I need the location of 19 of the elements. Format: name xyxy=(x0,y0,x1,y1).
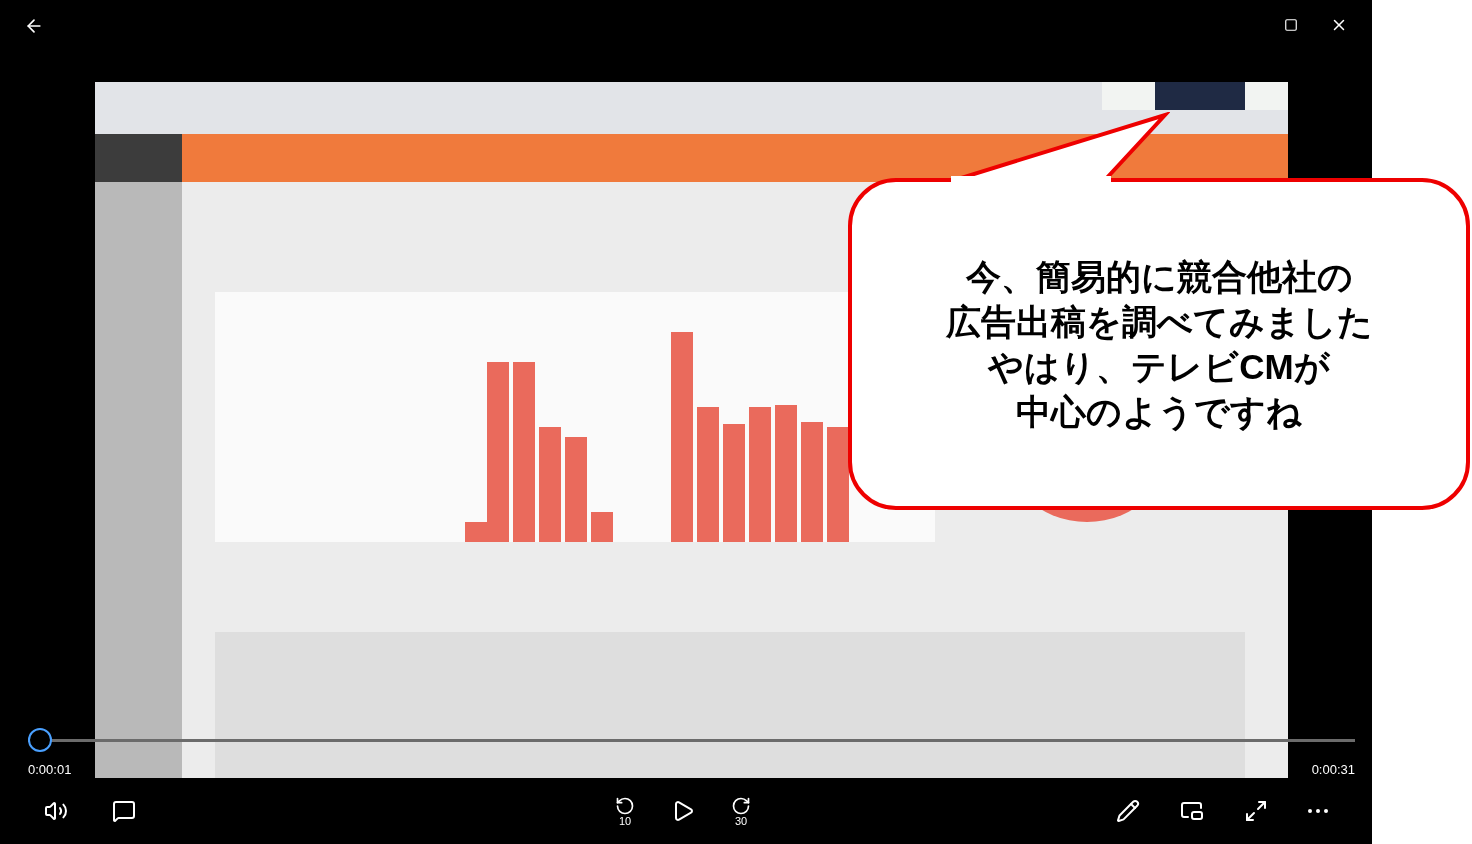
elapsed-time: 0:00:01 xyxy=(28,761,72,779)
forward-button[interactable]: 30 xyxy=(731,795,751,827)
more-icon xyxy=(1308,809,1328,813)
callout-text: 広告出稿を調べてみました xyxy=(945,301,1373,343)
progress-thumb[interactable] xyxy=(28,728,52,752)
mini-view-icon xyxy=(1180,799,1204,823)
rewind-icon xyxy=(615,795,635,816)
callout-text: 中心のようですね xyxy=(1016,391,1302,434)
total-time: 0:00:31 xyxy=(1311,761,1355,779)
volume-icon xyxy=(44,799,68,823)
pen-icon xyxy=(1116,799,1140,823)
maximize-icon xyxy=(1284,18,1298,32)
callout-text: やはり、テレビCMが xyxy=(988,346,1330,388)
callout-text: 今、簡易的に競合他社の xyxy=(965,256,1353,298)
progress-track[interactable] xyxy=(28,728,1355,752)
forward-icon xyxy=(731,795,751,816)
captions-icon xyxy=(112,799,136,823)
fullscreen-icon xyxy=(1244,799,1268,823)
rewind-button[interactable]: 10 xyxy=(615,795,635,827)
